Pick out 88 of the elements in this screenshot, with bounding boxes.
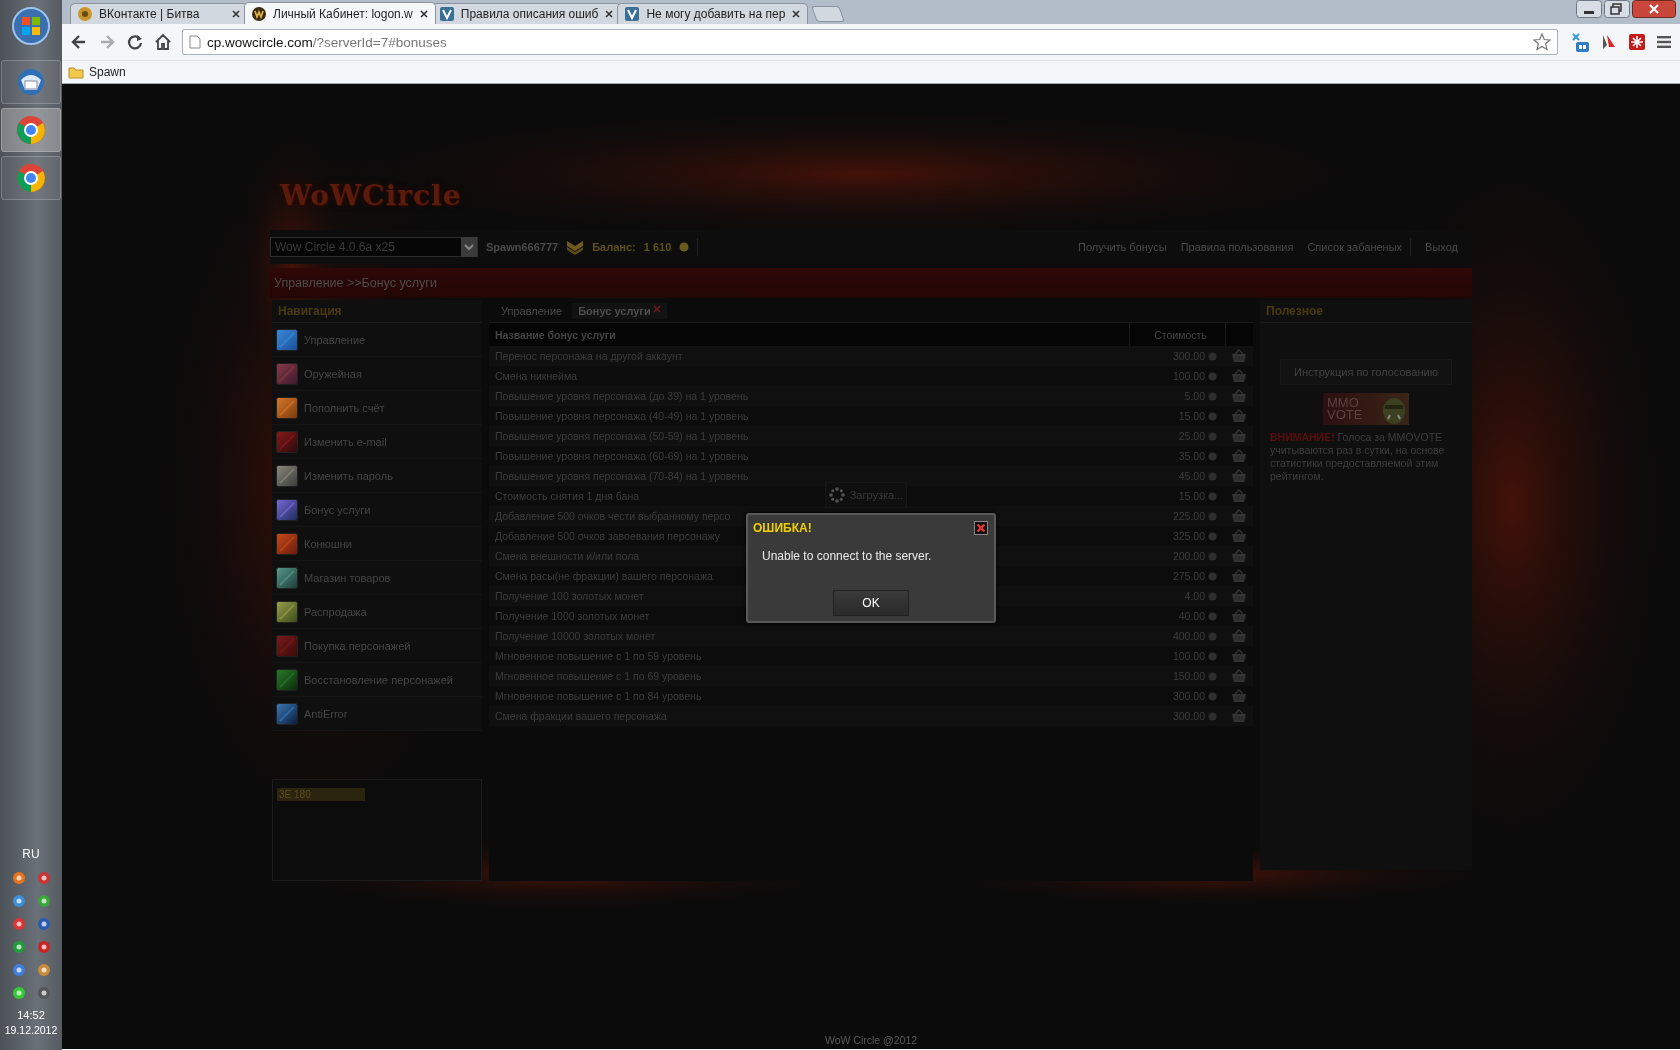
- header-link[interactable]: Получить бонусы: [1077, 241, 1167, 253]
- clock-date[interactable]: 19.12.2012: [4, 1023, 58, 1038]
- tray-app-icon[interactable]: [36, 871, 51, 885]
- content-tab[interactable]: Бонус услуги: [572, 303, 667, 319]
- nav-item-icon: [276, 396, 298, 419]
- favicon-icon: [77, 6, 93, 22]
- nav-item-icon: [276, 430, 298, 453]
- address-bar[interactable]: cp.wowcircle.com/?serverId=7#bonuses: [182, 29, 1558, 55]
- ok-button[interactable]: OK: [833, 590, 909, 616]
- url-text: cp.wowcircle.com/?serverId=7#bonuses: [207, 34, 447, 50]
- reload-icon[interactable]: [126, 33, 144, 51]
- username[interactable]: Spawn666777: [486, 241, 559, 253]
- nav-item-icon: [276, 668, 298, 691]
- tab-title: Не могу добавить на пер: [646, 7, 786, 21]
- panel-title: Полезное: [1260, 300, 1472, 323]
- menu-icon[interactable]: [1656, 35, 1672, 49]
- close-button[interactable]: [1632, 0, 1676, 18]
- taskbar-app-button[interactable]: [1, 156, 61, 200]
- tab-title: Правила описания ошиб: [460, 7, 599, 21]
- start-button[interactable]: [11, 6, 51, 46]
- balance-value: 1 610: [643, 241, 672, 253]
- language-indicator[interactable]: RU: [22, 847, 40, 861]
- tray-app-icon[interactable]: [36, 917, 51, 931]
- footer-text: WoW Circle @2012: [823, 1034, 919, 1048]
- close-icon[interactable]: [418, 8, 429, 19]
- extension-icon[interactable]: [1600, 33, 1618, 51]
- browser-tab[interactable]: Не могу добавить на пер: [617, 3, 809, 24]
- taskbar-app-button[interactable]: [1, 60, 61, 104]
- minimize-button[interactable]: [1576, 0, 1602, 18]
- header-link[interactable]: Правила пользования: [1180, 241, 1294, 253]
- nav-item-icon: [276, 532, 298, 555]
- browser-icon: [15, 162, 47, 194]
- browser-icon: [15, 114, 47, 146]
- header-link[interactable]: Список забаненых: [1307, 241, 1403, 253]
- rank-chevron-icon: [566, 239, 585, 255]
- breadcrumb-bar: Управление >>Бонус услуги: [270, 268, 1472, 298]
- tray-app-icon[interactable]: [11, 940, 26, 954]
- header-link[interactable]: Выход: [1425, 241, 1458, 253]
- column-header: Название бонус услуги: [494, 327, 617, 343]
- nav-item-icon: [276, 600, 298, 623]
- home-icon[interactable]: [154, 33, 172, 51]
- nav-item-icon: [276, 362, 298, 385]
- favicon-icon: [438, 6, 455, 22]
- coin-icon: [679, 242, 690, 252]
- taskbar-app-button[interactable]: [1, 108, 61, 152]
- content-tab[interactable]: Управление: [495, 303, 569, 319]
- browser-tab[interactable]: Личный Кабинет: logon.w: [244, 2, 436, 24]
- tray-app-icon[interactable]: [36, 963, 51, 977]
- star-icon[interactable]: [1533, 33, 1551, 51]
- close-icon[interactable]: [791, 9, 802, 19]
- tray-app-icon[interactable]: [36, 894, 51, 908]
- close-icon[interactable]: [604, 9, 615, 19]
- dialog-message: Unable to connect to the server.: [761, 548, 933, 563]
- site-logo[interactable]: WoWCircle: [280, 179, 462, 212]
- tray-app-icon[interactable]: [11, 917, 26, 931]
- nav-item-icon: [276, 634, 298, 657]
- dropdown-icon[interactable]: [461, 237, 477, 257]
- tray-app-icon[interactable]: [36, 986, 51, 1000]
- restore-button[interactable]: [1604, 0, 1630, 18]
- folder-icon: [68, 65, 84, 79]
- spinner-icon: [828, 487, 845, 503]
- favicon-icon: [624, 6, 641, 22]
- tray-app-icon[interactable]: [11, 894, 26, 908]
- bookmark-item[interactable]: Spawn: [68, 65, 126, 79]
- favicon-icon: [251, 5, 267, 22]
- forward-icon[interactable]: [98, 33, 116, 51]
- tab-title: ВКонтакте | Битва: [99, 7, 201, 21]
- nav-item-icon: [276, 498, 298, 521]
- extension-icon[interactable]: [1628, 33, 1646, 51]
- tab-title: Личный Кабинет: logon.w: [273, 6, 413, 21]
- back-icon[interactable]: [70, 33, 88, 51]
- tray-app-icon[interactable]: [36, 940, 51, 954]
- new-tab-button[interactable]: [811, 6, 846, 22]
- tray-app-icon[interactable]: [11, 871, 26, 885]
- page-icon: [189, 35, 201, 49]
- nav-item-icon: [276, 702, 298, 725]
- dialog-title: ОШИБКА!: [753, 521, 812, 535]
- close-icon[interactable]: [231, 9, 241, 19]
- close-button[interactable]: [974, 521, 988, 535]
- nav-item-icon: [276, 464, 298, 487]
- balance-label: Баланс:: [592, 241, 636, 253]
- tray-app-icon[interactable]: [11, 986, 26, 1000]
- nav-item-icon: [276, 328, 298, 351]
- mail-app-icon: [15, 66, 47, 98]
- nav-item-icon: [276, 566, 298, 589]
- tray-app-icon[interactable]: [11, 963, 26, 977]
- panel-title: Навигация: [272, 300, 482, 323]
- clock-time[interactable]: 14:52: [17, 1008, 45, 1023]
